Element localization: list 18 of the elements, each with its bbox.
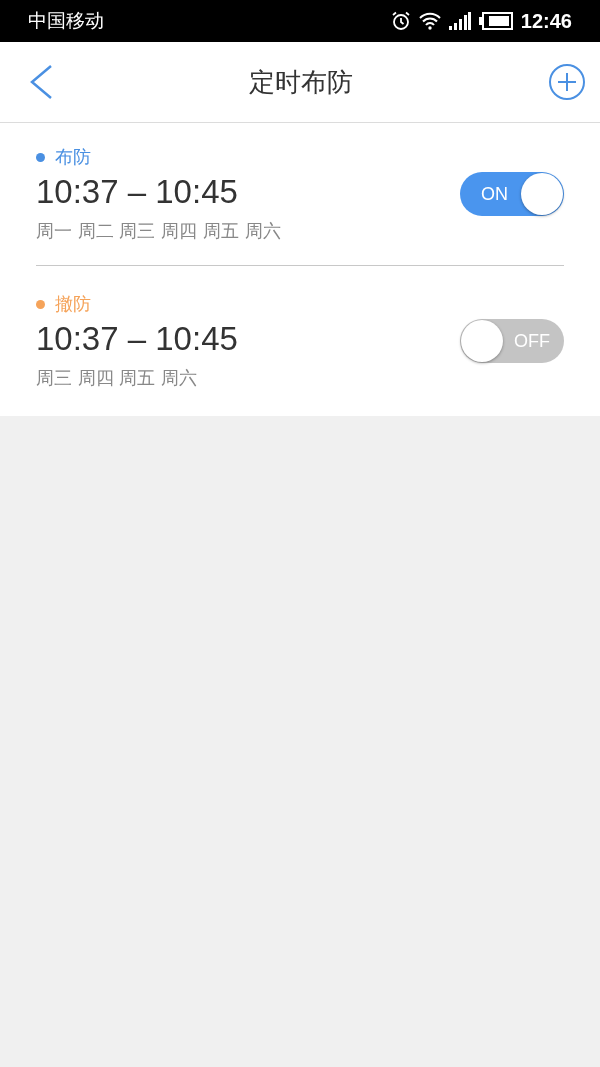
mode-label: 布防 [55, 145, 91, 169]
wifi-icon [418, 12, 441, 30]
back-button[interactable] [28, 64, 54, 100]
signal-icon [448, 12, 471, 30]
carrier-name: 中国移动 [28, 8, 104, 33]
time-range: 10:37 – 10:45 [36, 320, 239, 358]
toggle-switch[interactable]: OFF [460, 319, 564, 363]
time-range: 10:37 – 10:45 [36, 173, 239, 211]
clock-time: 12:46 [520, 9, 572, 33]
repeat-days: 周三 周四 周五 周六 [36, 366, 460, 390]
alarm-clock-icon [390, 11, 411, 31]
battery-icon [478, 12, 513, 30]
repeat-days: 周一 周二 周三 周四 周五 周六 [36, 219, 460, 243]
add-button[interactable] [548, 63, 586, 101]
toggle-switch[interactable]: ON [460, 172, 564, 216]
page-title: 定时布防 [249, 65, 353, 99]
plus-circle-icon [548, 63, 586, 101]
mode-label: 撤防 [55, 292, 91, 316]
